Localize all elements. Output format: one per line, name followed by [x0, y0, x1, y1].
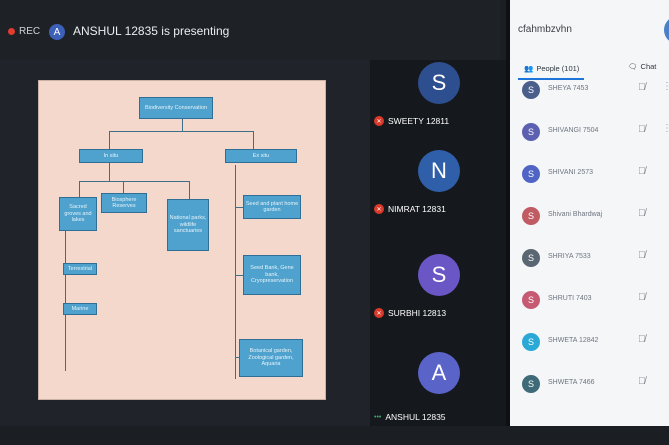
connector-line — [253, 131, 254, 149]
participant-avatar: S — [522, 165, 540, 183]
more-options-icon[interactable]: ⋮ — [662, 81, 669, 92]
mic-off-icon: 🎙̸ — [638, 250, 646, 261]
rec-label: REC — [19, 26, 41, 37]
presenter-avatar: A — [49, 24, 65, 40]
top-bar: REC A ANSHUL 12835 is presenting — [0, 0, 500, 60]
list-item[interactable]: S SHWETA 12842 🎙̸ — [510, 324, 669, 360]
list-item[interactable]: S SHIVANGI 7504 🎙̸ ⋮ — [510, 114, 669, 150]
participant-name: SHRUTI 7403 — [548, 295, 592, 302]
node-biodiversity-conservation: Biodiversity Conservation — [139, 97, 213, 119]
participant-avatar: S — [522, 375, 540, 393]
participant-name: SHWETA 12842 — [548, 337, 599, 344]
connector-line — [109, 131, 110, 149]
node-botanical-garden: Botanical garden, Zoological garden, Aqu… — [239, 339, 303, 377]
avatar: S — [418, 62, 460, 104]
participant-name: SURBHI 12813 — [388, 308, 447, 318]
mic-off-icon: 🎙̸ — [638, 292, 646, 303]
connector-line — [235, 275, 243, 276]
connector-line — [109, 131, 253, 132]
chat-tab-label: Chat — [640, 62, 657, 71]
recording-indicator: REC — [8, 26, 40, 37]
mic-off-icon: ✕ — [374, 204, 384, 214]
participant-name: SHEYA 7453 — [548, 85, 589, 92]
node-terrestrial: Terrestrial — [63, 263, 97, 275]
speaking-icon: ••• — [374, 413, 382, 421]
participant-avatar: S — [522, 81, 540, 99]
side-panel: cfahmbzvhn 👥 People (101) 🗨 Chat S SHEYA… — [506, 0, 669, 426]
mic-off-icon: 🎙̸ — [638, 208, 646, 219]
list-item[interactable]: S Shivani Bhardwaj 🎙̸ — [510, 198, 669, 234]
video-tiles: S ✕ SWEETY 12811 N ✕ NIMRAT 12831 S ✕ SU… — [370, 60, 506, 426]
user-avatar[interactable] — [664, 16, 669, 44]
connector-line — [235, 207, 243, 208]
tile-name-row: ✕ SWEETY 12811 — [374, 116, 449, 126]
more-options-icon[interactable]: ⋮ — [662, 123, 669, 134]
mic-off-icon: 🎙̸ — [638, 376, 646, 387]
video-tile[interactable]: S ✕ SURBHI 12813 — [370, 252, 506, 347]
tile-name-row: ✕ SURBHI 12813 — [374, 308, 446, 318]
participant-name: NIMRAT 12831 — [388, 204, 446, 214]
connector-line — [79, 181, 189, 182]
video-tile[interactable]: A ••• ANSHUL 12835 — [370, 350, 506, 445]
participant-avatar: S — [522, 333, 540, 351]
participant-name: SHWETA 7466 — [548, 379, 595, 386]
avatar: A — [418, 352, 460, 394]
node-seed-bank: Seed Bank, Gene bank, Cryopreservation — [243, 255, 301, 295]
tile-name-row: ••• ANSHUL 12835 — [374, 412, 446, 422]
connector-line — [182, 119, 183, 131]
presenting-status: ANSHUL 12835 is presenting — [73, 24, 230, 38]
avatar: S — [418, 254, 460, 296]
node-ex-situ: Ex situ — [225, 149, 297, 163]
participant-name: SHRIYA 7533 — [548, 253, 591, 260]
participant-name: SHIVANGI 7504 — [548, 127, 599, 134]
node-biosphere-reserves: Biosphere Reserves — [101, 193, 147, 213]
connector-line — [109, 163, 110, 181]
list-item[interactable]: S SHIVANI 2573 🎙̸ — [510, 156, 669, 192]
participant-name: Shivani Bhardwaj — [548, 211, 603, 218]
avatar: N — [418, 150, 460, 192]
participant-avatar: S — [522, 207, 540, 225]
node-marine: Marine — [63, 303, 97, 315]
mic-off-icon: 🎙̸ — [638, 334, 646, 345]
connector-line — [235, 165, 236, 379]
mic-off-icon: 🎙̸ — [638, 124, 646, 135]
connector-line — [65, 231, 66, 371]
node-national-parks: National parks, wildlife sanctuaries — [167, 199, 209, 251]
connector-line — [189, 181, 190, 199]
mic-off-icon: 🎙̸ — [638, 82, 646, 93]
video-tile[interactable]: N ✕ NIMRAT 12831 — [370, 148, 506, 243]
mic-off-icon: 🎙̸ — [638, 166, 646, 177]
list-item[interactable]: S SHEYA 7453 🎙̸ ⋮ — [510, 72, 669, 108]
participant-name: SWEETY 12811 — [388, 116, 450, 126]
participant-avatar: S — [522, 123, 540, 141]
node-in-situ: In situ — [79, 149, 143, 163]
mic-off-icon: ✕ — [374, 116, 384, 126]
participant-name: ANSHUL 12835 — [385, 412, 446, 422]
mic-off-icon: ✕ — [374, 308, 384, 318]
tile-name-row: ✕ NIMRAT 12831 — [374, 204, 446, 214]
shared-slide: Biodiversity Conservation In situ Ex sit… — [38, 80, 326, 400]
record-icon — [8, 28, 15, 35]
participant-avatar: S — [522, 291, 540, 309]
node-sacred-groves: Sacred groves and lakes — [59, 197, 97, 231]
participant-name: SHIVANI 2573 — [548, 169, 594, 176]
list-item[interactable]: S SHRIYA 7533 🎙̸ — [510, 240, 669, 276]
node-seed-plant-garden: Seed and plant home garden — [243, 195, 301, 219]
tab-chat[interactable]: 🗨 Chat — [628, 62, 656, 71]
list-item[interactable]: S SHRUTI 7403 🎙̸ — [510, 282, 669, 318]
participant-avatar: S — [522, 249, 540, 267]
meeting-code: cfahmbzvhn — [518, 24, 572, 35]
video-tile[interactable]: S ✕ SWEETY 12811 — [370, 60, 506, 155]
chat-icon: 🗨 — [628, 62, 638, 71]
list-item[interactable]: S SHWETA 7466 🎙̸ — [510, 366, 669, 402]
presentation-stage: Biodiversity Conservation In situ Ex sit… — [0, 60, 370, 426]
